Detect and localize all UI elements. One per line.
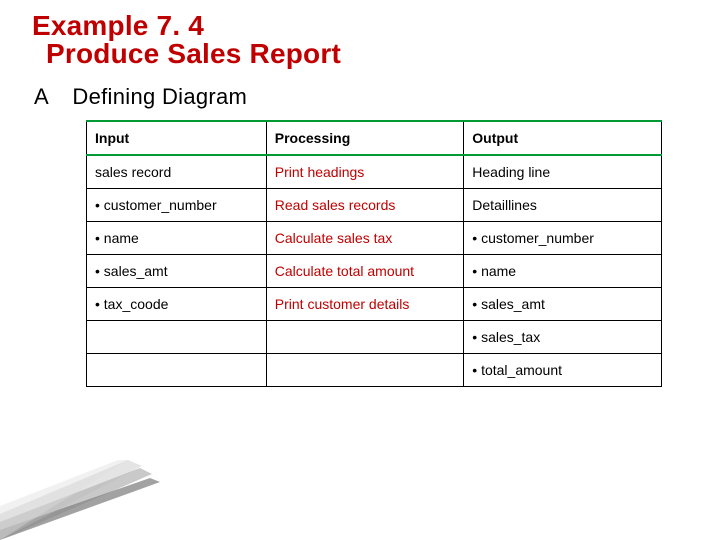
header-processing: Processing bbox=[266, 121, 464, 155]
header-output: Output bbox=[464, 121, 662, 155]
header-input: Input bbox=[87, 121, 267, 155]
table-row: • sales_amt Calculate total amount • nam… bbox=[87, 255, 662, 288]
cell-processing: Calculate total amount bbox=[266, 255, 464, 288]
table-row: • sales_tax bbox=[87, 321, 662, 354]
cell-processing: Calculate sales tax bbox=[266, 222, 464, 255]
section-heading: A Defining Diagram bbox=[34, 84, 692, 110]
cell-output: Heading line bbox=[464, 155, 662, 189]
cell-input: • customer_number bbox=[87, 189, 267, 222]
table-row: • customer_number Read sales records Det… bbox=[87, 189, 662, 222]
corner-swoosh-decoration bbox=[0, 460, 180, 540]
cell-input: sales record bbox=[87, 155, 267, 189]
cell-processing: Read sales records bbox=[266, 189, 464, 222]
table-header-row: Input Processing Output bbox=[87, 121, 662, 155]
cell-processing bbox=[266, 321, 464, 354]
table-row: • tax_coode Print customer details • sal… bbox=[87, 288, 662, 321]
cell-output: • sales_amt bbox=[464, 288, 662, 321]
cell-output: • total_amount bbox=[464, 354, 662, 387]
cell-input bbox=[87, 354, 267, 387]
cell-input: • name bbox=[87, 222, 267, 255]
section-letter: A bbox=[34, 84, 66, 110]
slide: Example 7. 4 Produce Sales Report A Defi… bbox=[0, 0, 720, 540]
cell-input: • tax_coode bbox=[87, 288, 267, 321]
cell-output: • sales_tax bbox=[464, 321, 662, 354]
section-label: Defining Diagram bbox=[72, 84, 247, 109]
cell-output: Detaillines bbox=[464, 189, 662, 222]
table-row: sales record Print headings Heading line bbox=[87, 155, 662, 189]
cell-output: • name bbox=[464, 255, 662, 288]
cell-output: • customer_number bbox=[464, 222, 662, 255]
cell-processing: Print customer details bbox=[266, 288, 464, 321]
cell-processing bbox=[266, 354, 464, 387]
defining-diagram-table: Input Processing Output sales record Pri… bbox=[86, 120, 662, 387]
cell-input bbox=[87, 321, 267, 354]
cell-processing: Print headings bbox=[266, 155, 464, 189]
table-row: • total_amount bbox=[87, 354, 662, 387]
slide-title-line2: Produce Sales Report bbox=[46, 38, 692, 70]
cell-input: • sales_amt bbox=[87, 255, 267, 288]
table-row: • name Calculate sales tax • customer_nu… bbox=[87, 222, 662, 255]
